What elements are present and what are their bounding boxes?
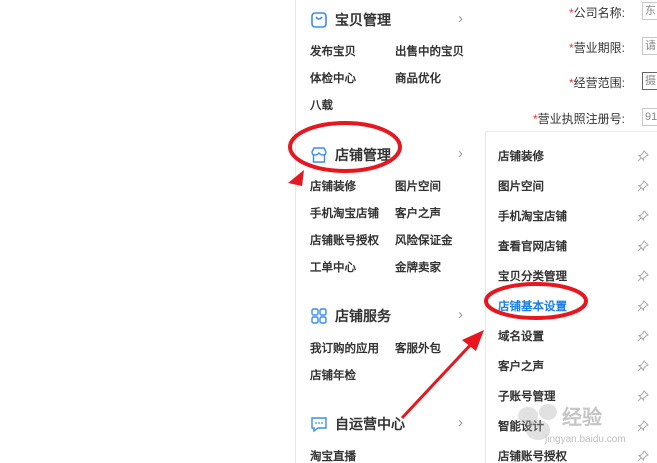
highlight-circle-basic-settings xyxy=(484,282,588,320)
highlight-circle-shop-management xyxy=(288,121,402,173)
annotation-arrowhead xyxy=(288,170,304,186)
annotation-arrow-line xyxy=(400,338,477,420)
annotation-overlay xyxy=(288,121,588,420)
watermark-text: 经验 xyxy=(562,407,602,429)
annotation-arrowhead xyxy=(462,330,484,351)
watermark-sub: jingyan.baidu.com xyxy=(545,434,626,445)
